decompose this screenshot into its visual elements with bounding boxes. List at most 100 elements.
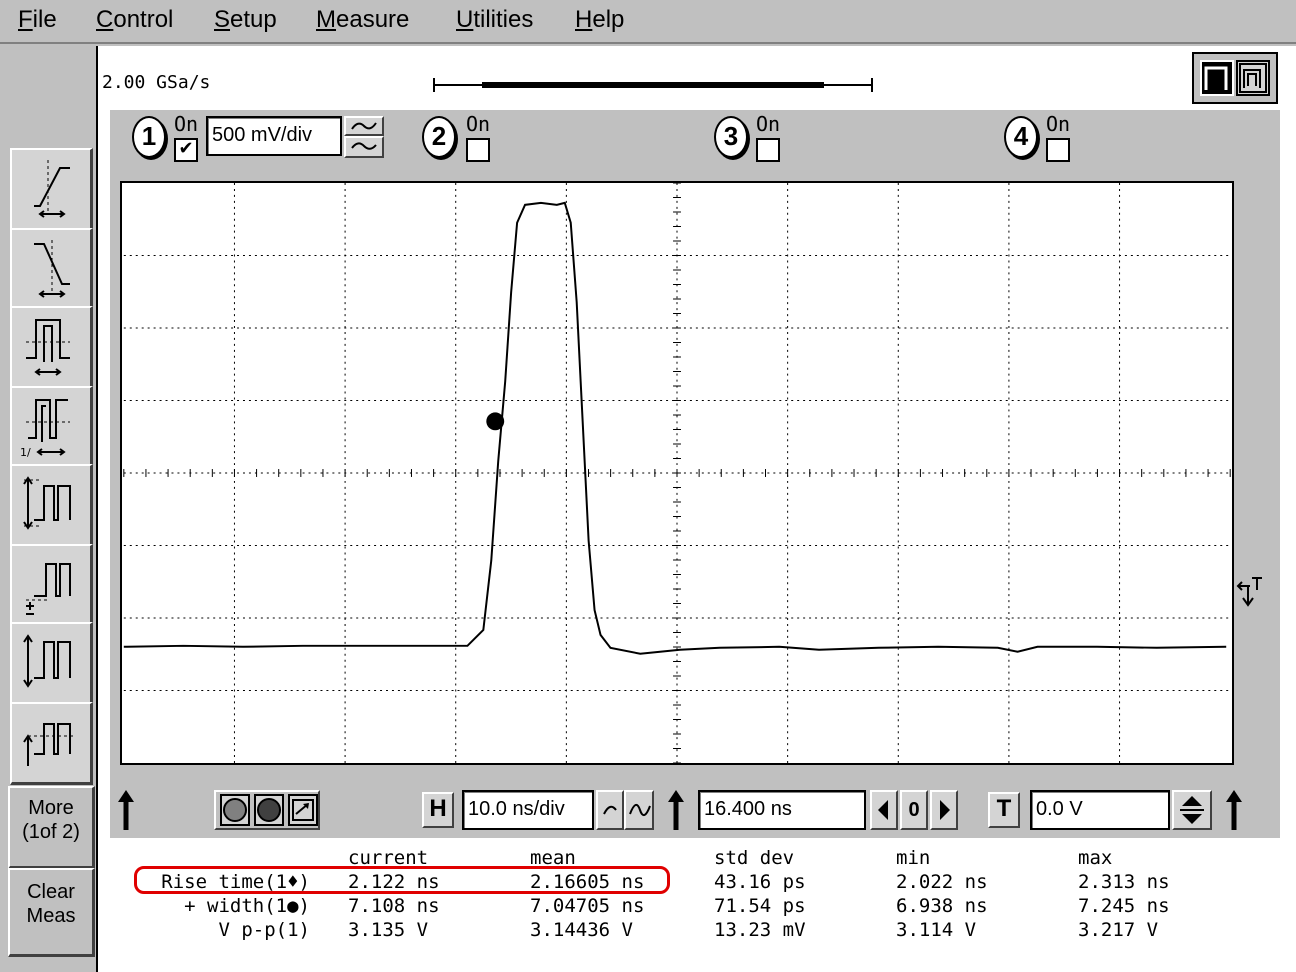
time-scale-field[interactable]: 10.0 ns/div (462, 790, 594, 830)
left-arrow-icon (878, 800, 888, 820)
channel-1-on-checkbox[interactable]: ✔ (174, 138, 198, 162)
rise-time-marker (486, 412, 505, 431)
timebase-bar: H 10.0 ns/div 16.400 ns 0 T 0.0 V (110, 780, 1280, 838)
channel-4-on-checkbox[interactable] (1046, 138, 1070, 162)
meas-label: Meas (26, 905, 76, 927)
vbase-icon (26, 563, 71, 615)
clear-meas-button[interactable]: Clear Meas (8, 868, 95, 957)
wave-icon (629, 803, 651, 817)
stop-button[interactable] (254, 794, 284, 826)
channel-1-coarse-knob[interactable] (344, 116, 384, 136)
channel-2-on-label: On (466, 112, 491, 136)
pulse-train-mode-icon[interactable] (1236, 60, 1270, 96)
rise-time-button[interactable] (10, 148, 93, 231)
channel-1-fine-knob[interactable] (344, 136, 384, 158)
menu-setup[interactable]: Setup (214, 6, 277, 34)
vamp-icon (23, 634, 71, 688)
vtop-icon (23, 723, 74, 766)
row-rise-time-name: Rise time(1♦) (161, 871, 310, 893)
channel-1-trace (123, 201, 1227, 655)
trigger-level-spinner[interactable] (1172, 790, 1212, 830)
channel-3-on-checkbox[interactable] (756, 138, 780, 162)
position-right-button[interactable] (930, 790, 958, 830)
period-icon: 1/ (20, 399, 70, 459)
vamp-button[interactable] (10, 622, 93, 705)
channel-bar: 1 On ✔ 500 mV/div 2 On 3 On 4 On (110, 110, 1280, 166)
row-rise-time-min: 2.022 ns (896, 871, 988, 893)
row-rise-time-current: 2.122 ns (348, 871, 440, 893)
menu-control[interactable]: Control (96, 6, 173, 34)
channel-3-button[interactable]: 3 (714, 116, 748, 158)
memory-bar (433, 78, 873, 92)
wave-icon (603, 805, 617, 815)
more-page-label: (1of 2) (22, 821, 80, 843)
row-vpp-current: 3.135 V (348, 919, 429, 941)
time-scale-fine-knob[interactable] (624, 790, 654, 830)
more-button[interactable]: More (1of 2) (8, 786, 95, 869)
row-width-mean: 7.04705 ns (530, 895, 645, 917)
channel-4-on-label: On (1046, 112, 1071, 136)
row-vpp-max: 3.217 V (1078, 919, 1159, 941)
graticule (123, 183, 1231, 763)
row-rise-time-mean: 2.16605 ns (530, 871, 645, 893)
single-button[interactable] (288, 794, 318, 826)
right-arrow-icon (940, 800, 950, 820)
header-max: max (1078, 847, 1113, 869)
menu-measure[interactable]: Measure (316, 6, 409, 34)
vtop-button[interactable] (10, 702, 93, 785)
channel-4-button[interactable]: 4 (1004, 116, 1038, 158)
horizontal-button[interactable]: H (422, 792, 454, 828)
position-left-button[interactable] (870, 790, 898, 830)
header-min: min (896, 847, 931, 869)
position-zero-button[interactable]: 0 (900, 790, 928, 830)
channel-3-on-label: On (756, 112, 781, 136)
acquisition-controls (214, 790, 320, 830)
rise-time-icon (34, 160, 70, 218)
period-button[interactable]: 1/ (10, 386, 93, 469)
vbase-button[interactable] (10, 544, 93, 627)
channel-1-button[interactable]: 1 (132, 116, 166, 158)
run-button[interactable] (220, 794, 250, 826)
channel-2-button[interactable]: 2 (422, 116, 456, 158)
menu-help[interactable]: Help (575, 6, 624, 34)
time-scale-coarse-knob[interactable] (596, 790, 624, 830)
trigger-level-field[interactable]: 0.0 V (1030, 790, 1170, 830)
delay-reference-arrow-icon[interactable] (666, 790, 686, 832)
menu-file[interactable]: File (18, 6, 57, 34)
row-vpp-min: 3.114 V (896, 919, 977, 941)
waveform-display[interactable] (120, 181, 1234, 765)
row-width-std-dev: 71.54 ps (714, 895, 806, 917)
wave-icon (351, 142, 377, 150)
plus-width-button[interactable] (10, 306, 93, 389)
measurement-toolbar: 1/ More (1of 2) Clear Meas (0, 46, 98, 972)
row-width-current: 7.108 ns (348, 895, 440, 917)
plus-width-icon (26, 319, 70, 376)
menu-utilities[interactable]: Utilities (456, 6, 533, 34)
svg-text:1/: 1/ (20, 446, 31, 459)
more-label: More (28, 797, 74, 819)
channel-2-on-checkbox[interactable] (466, 138, 490, 162)
wave-icon (351, 122, 377, 130)
display-mode-group (1192, 52, 1278, 104)
channel-1-scale-field[interactable]: 500 mV/div (206, 116, 342, 156)
single-pulse-mode-icon[interactable] (1200, 60, 1234, 96)
fall-time-icon (34, 240, 70, 298)
trigger-button[interactable]: T (988, 792, 1020, 828)
row-width-name: + width(1●) (184, 895, 310, 917)
fall-time-button[interactable] (10, 228, 93, 311)
menu-bar: File Control Setup Measure Utilities Hel… (0, 0, 1296, 44)
channel-1-on-label: On (174, 112, 199, 136)
clear-label: Clear (27, 881, 75, 903)
header-std-dev: std dev (714, 847, 795, 869)
time-position-field[interactable]: 16.400 ns (698, 790, 866, 830)
vpp-icon (23, 476, 71, 530)
vpp-button[interactable] (10, 464, 93, 547)
trigger-level-marker-icon (1236, 577, 1262, 607)
row-vpp-mean: 3.14436 V (530, 919, 633, 941)
sample-rate-readout: 2.00 GSa/s (102, 72, 211, 93)
row-vpp-std-dev: 13.23 mV (714, 919, 806, 941)
row-rise-time-std-dev: 43.16 ps (714, 871, 806, 893)
row-vpp-name: V p-p(1) (218, 919, 310, 941)
scroll-up-arrow-icon[interactable] (116, 790, 136, 832)
trigger-reference-arrow-icon[interactable] (1224, 790, 1244, 832)
